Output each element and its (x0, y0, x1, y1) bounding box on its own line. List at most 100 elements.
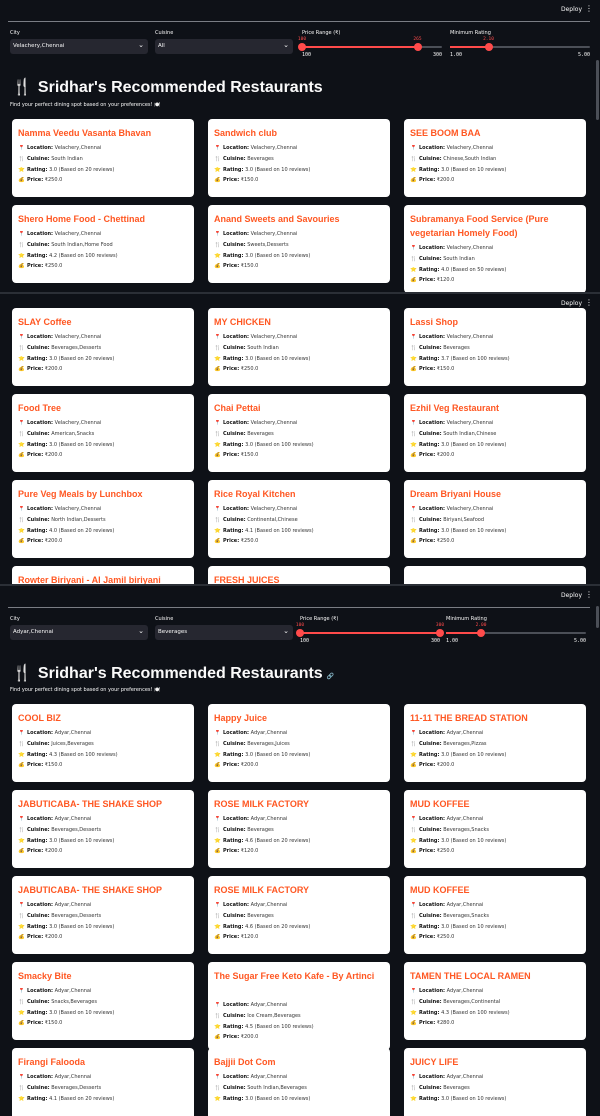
price-value: ₹200.0 (44, 848, 63, 855)
location-value: Adyar,Chennai (446, 816, 484, 822)
chevron-down-icon: ⌄ (138, 627, 144, 635)
main-menu-icon[interactable]: ⋮ (585, 590, 593, 599)
cuisine-value: Beverages,Desserts (51, 344, 102, 351)
money-bag-icon: 💰 (214, 848, 221, 855)
rating-label: Rating: (27, 1009, 48, 1016)
deploy-button[interactable]: Deploy (561, 592, 582, 599)
main-menu-icon[interactable]: ⋮ (585, 298, 593, 307)
restaurant-card: Anand Sweets and Savouries 📍 Location: Vel… (208, 205, 390, 283)
fork-knife-icon: 🍴 (410, 912, 417, 919)
restaurant-location-row: 📍 Location: Adyar,Chennai (214, 902, 386, 913)
price-value: ₹150.0 (44, 1020, 63, 1027)
main-menu-icon[interactable]: ⋮ (585, 4, 593, 13)
city-select[interactable]: Velachery,Chennai ⌄ (10, 39, 148, 54)
restaurant-location-row: 📍 Location: Velachery,Chennai (410, 145, 582, 156)
price-high-thumb[interactable] (413, 43, 422, 51)
restaurant-card: JABUTICABA- THE SHAKE SHOP 📍 Location: Ady… (12, 876, 194, 954)
restaurant-card: Happy Juice 📍 Location: Adyar,Chennai 🍴 Cuis… (208, 704, 390, 782)
price-value: ₹250.0 (240, 366, 259, 373)
restaurant-details: 📍 Location: Velachery,Chennai 🍴 Cuisine: Co… (214, 506, 386, 549)
rating-value: 3.0 (Based on 10 reviews) (245, 751, 311, 758)
rating-value: 4.2 (Based on 100 reviews) (49, 252, 118, 259)
price-value: ₹150.0 (44, 762, 63, 769)
fork-knife-icon: 🍴 (18, 155, 25, 162)
scrollbar[interactable] (596, 606, 599, 628)
cuisine-value: Juices,Beverages (51, 740, 94, 747)
cuisine-value: Beverages (247, 430, 274, 437)
restaurant-name: TAMEN THE LOCAL RAMEN (410, 971, 531, 981)
restaurant-price-row: 💰 Price: ₹200.0 (18, 538, 190, 549)
price-value: ₹200.0 (436, 762, 455, 769)
star-icon: ⭐ (18, 837, 25, 844)
restaurant-rating-row: ⭐ Rating: 4.0 (Based on 20 reviews) (18, 528, 190, 539)
restaurant-location-row: 📍 Location: Velachery,Chennai (214, 145, 386, 156)
location-value: Adyar,Chennai (446, 988, 484, 994)
location-pin-icon: 📍 (410, 1074, 417, 1080)
rating-max-tick: 5.00 (577, 52, 590, 58)
rating-label: Rating: (223, 751, 244, 758)
cuisine-label: Cuisine: (419, 912, 442, 919)
price-label: Price: (27, 1020, 44, 1027)
fork-knife-icon: 🍴 (214, 1012, 221, 1019)
location-label: Location: (419, 420, 446, 426)
restaurant-cuisine-row: 🍴 Cuisine: Beverages (214, 913, 386, 924)
cuisine-label: Cuisine: (223, 241, 246, 248)
money-bag-icon: 💰 (18, 177, 25, 184)
deploy-button[interactable]: Deploy (561, 6, 582, 13)
fork-knife-icon: 🍴 (410, 826, 417, 833)
scrollbar[interactable] (596, 60, 599, 120)
rating-label: Rating: (419, 837, 440, 844)
restaurant-name: Firangi Falooda (18, 1057, 86, 1067)
restaurant-location-row: 📍 Location: Adyar,Chennai (410, 1074, 582, 1085)
location-value: Adyar,Chennai (250, 1002, 288, 1008)
price-max-tick: 300 (430, 638, 440, 644)
price-min-tick: 100 (302, 52, 312, 58)
rating-value: 3.0 (Based on 10 reviews) (441, 527, 507, 534)
restaurant-details: 📍 Location: Adyar,Chennai 🍴 Cuisine: South … (214, 1074, 386, 1106)
restaurant-rating-row: ⭐ Rating: 3.0 (Based on 10 reviews) (410, 752, 582, 763)
restaurant-rating-row: ⭐ Rating: 3.0 (Based on 10 reviews) (18, 838, 190, 849)
location-value: Velachery,Chennai (446, 420, 494, 426)
restaurant-rating-row: ⭐ Rating: 4.1 (Based on 100 reviews) (214, 528, 386, 539)
link-icon[interactable]: 🔗 (327, 674, 334, 680)
rating-label: Rating: (419, 266, 440, 273)
location-value: Velachery,Chennai (250, 420, 298, 426)
location-pin-icon: 📍 (214, 334, 221, 340)
restaurant-name: Happy Juice (214, 713, 268, 723)
restaurant-card: Rice Royal Kitchen 📍 Location: Velachery,C… (208, 480, 390, 558)
rating-label: Rating: (27, 355, 48, 362)
restaurant-rating-row: ⭐ Rating: 3.0 (Based on 10 reviews) (410, 442, 582, 453)
star-icon: ⭐ (214, 166, 221, 173)
money-bag-icon: 💰 (214, 177, 221, 184)
cuisine-value: Beverages (247, 912, 274, 919)
page-title: 🍴 Sridhar's Recommended Restaurants (12, 79, 323, 96)
price-high-thumb[interactable] (436, 629, 444, 637)
cuisine-select[interactable]: All ⌄ (155, 39, 293, 54)
rating-label: Rating: (419, 751, 440, 758)
location-value: Adyar,Chennai (446, 1074, 484, 1080)
fork-knife-icon: 🍴 (18, 998, 25, 1005)
cuisine-value: American,Snacks (51, 430, 95, 437)
rating-thumb[interactable] (484, 43, 493, 51)
price-value: ₹150.0 (240, 263, 259, 270)
city-select[interactable]: Adyar,Chennai ⌄ (10, 625, 148, 640)
price-low-thumb[interactable] (296, 629, 304, 637)
restaurant-name: Smacky Bite (18, 971, 72, 981)
restaurant-price-row: 💰 Price: ₹150.0 (214, 452, 386, 463)
price-value: ₹250.0 (240, 538, 259, 545)
cuisine-value: South Indian (443, 255, 475, 262)
rating-value: 3.7 (Based on 100 reviews) (441, 355, 510, 362)
location-value: Velachery,Chennai (446, 506, 494, 512)
location-pin-icon: 📍 (214, 816, 221, 822)
app-toolbar: Deploy ⋮ (0, 586, 600, 608)
restaurant-rating-row: ⭐ Rating: 4.6 (Based on 20 reviews) (214, 838, 386, 849)
cuisine-value: Chinese,South Indian (443, 155, 497, 162)
location-label: Location: (419, 1074, 446, 1080)
rating-thumb[interactable] (477, 629, 485, 637)
rating-value: 4.0 (Based on 50 reviews) (441, 266, 507, 273)
location-label: Location: (27, 730, 54, 736)
price-low-thumb[interactable] (298, 43, 306, 51)
cuisine-select[interactable]: Beverages ⌄ (155, 625, 293, 640)
price-value: ₹250.0 (44, 177, 63, 184)
deploy-button[interactable]: Deploy (561, 300, 582, 307)
